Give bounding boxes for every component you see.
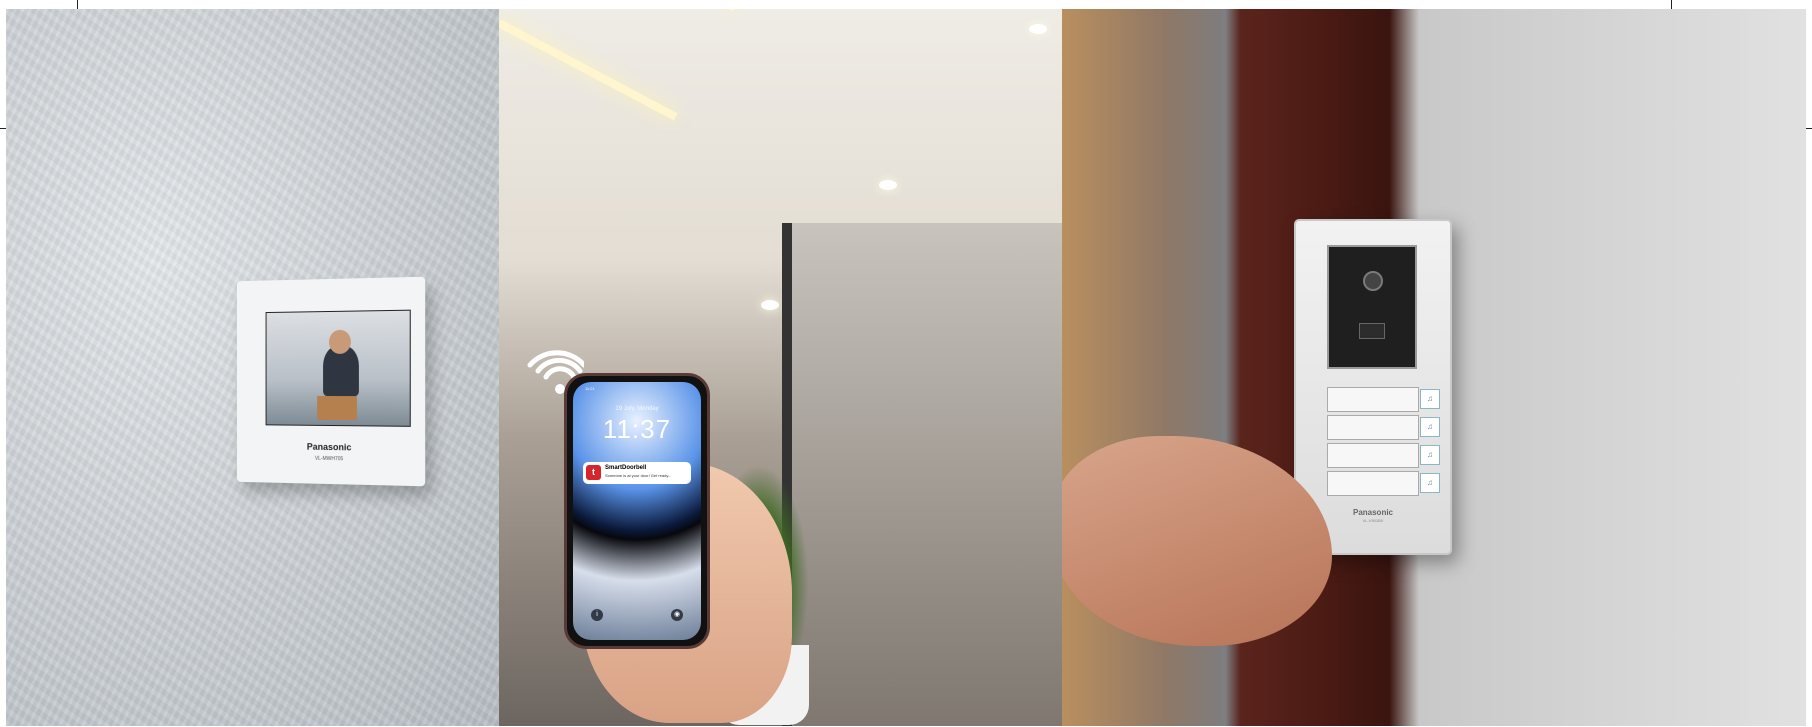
call-button[interactable]: ♫: [1327, 471, 1440, 496]
call-button[interactable]: ♫: [1327, 415, 1440, 440]
bell-icon: ♫: [1420, 417, 1440, 437]
status-time: 11:21: [585, 386, 595, 391]
lock-time: 11:37: [602, 414, 672, 444]
card-reader: [1359, 323, 1385, 339]
downlight: [761, 300, 779, 310]
indoor-monitor: Panasonic VL-MWH705: [236, 276, 426, 487]
lock-date: 19 July, Monday: [615, 406, 659, 412]
visitor-head: [329, 329, 351, 354]
call-button[interactable]: ♫: [1327, 443, 1440, 468]
downlight: [1029, 24, 1047, 34]
smartphone: 11:21 19 July, Monday 11:37 t SmartDoorb…: [564, 373, 710, 649]
finger-pressing-button: [1062, 436, 1332, 646]
monitor-brand: Panasonic: [306, 441, 352, 453]
camera-module: [1327, 245, 1417, 369]
package: [317, 395, 357, 421]
flashlight-icon[interactable]: i: [591, 609, 603, 621]
notification-card[interactable]: t SmartDoorbell Someone is at your door!…: [583, 462, 691, 484]
kitchen-panel: 11:21 19 July, Monday 11:37 t SmartDoorb…: [499, 9, 1062, 726]
downlight: [879, 180, 897, 190]
door-intercom: ♫ ♫ ♫ ♫ Panasonic VL-V901BX: [1294, 219, 1452, 555]
monitor-screen: [265, 309, 411, 427]
bell-icon: ♫: [1420, 389, 1440, 409]
glass-partition: [782, 223, 1062, 726]
wall-panel: Panasonic VL-MWH705: [6, 9, 499, 726]
monitor-model: VL-MWH705: [314, 455, 344, 463]
bell-icon: ♫: [1420, 445, 1440, 465]
camera-lens: [1363, 271, 1383, 291]
photo-collage: Panasonic VL-MWH705 11:21 19 July, Monda…: [6, 9, 1806, 726]
bell-icon: ♫: [1420, 473, 1440, 493]
notification-title: SmartDoorbell: [605, 465, 647, 471]
app-icon: t: [586, 465, 601, 480]
ceiling-light-strip-right: [725, 9, 913, 12]
camera-icon[interactable]: ◉: [671, 609, 683, 621]
notification-body: Someone is at your door! Get ready...: [605, 473, 672, 478]
doorway-panel: ♫ ♫ ♫ ♫ Panasonic VL-V901BX: [1062, 9, 1806, 726]
lock-screen: 11:21 19 July, Monday 11:37 t SmartDoorb…: [573, 382, 701, 640]
ceiling-light-strip-left: [499, 19, 678, 121]
call-button[interactable]: ♫: [1327, 387, 1440, 412]
